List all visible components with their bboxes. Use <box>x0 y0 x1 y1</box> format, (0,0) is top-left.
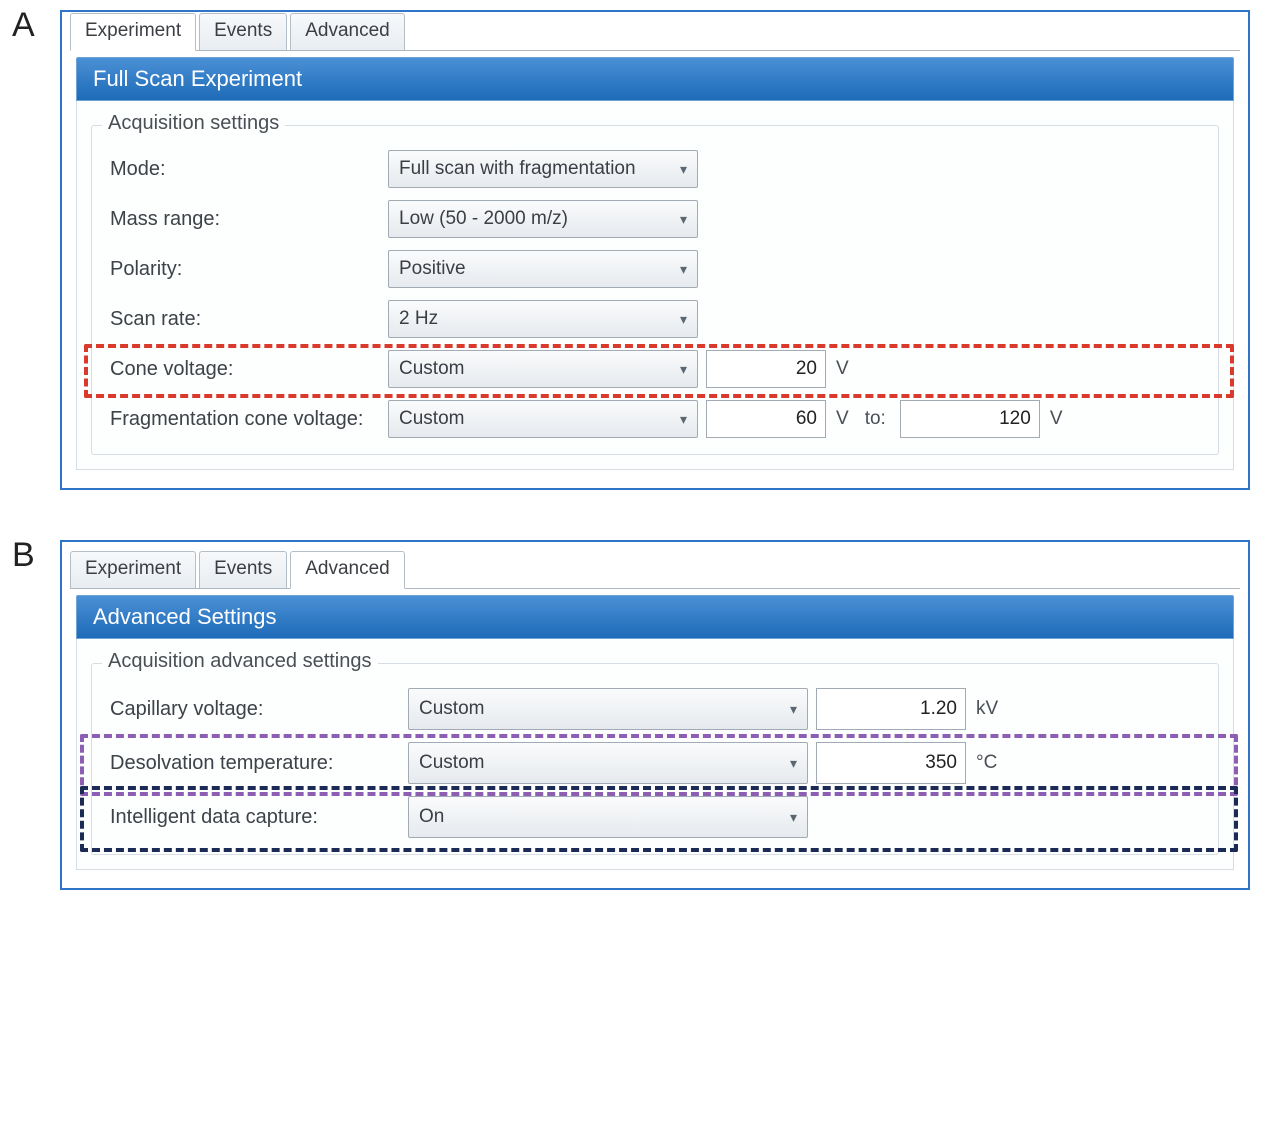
tabs-a: Experiment Events Advanced <box>70 12 1240 51</box>
chevron-down-icon: ▾ <box>790 809 797 826</box>
label-cone-voltage: Cone voltage: <box>110 358 380 381</box>
select-scan-rate-value: 2 Hz <box>399 308 438 330</box>
select-mode-value: Full scan with fragmentation <box>399 158 636 180</box>
row-scan-rate: Scan rate: 2 Hz ▾ <box>110 294 1204 344</box>
input-desolvation-temp[interactable] <box>816 742 966 784</box>
section-fullscan: Full Scan Experiment Acquisition setting… <box>76 57 1234 470</box>
select-capillary-voltage[interactable]: Custom ▾ <box>408 688 808 730</box>
section-header-advanced: Advanced Settings <box>76 595 1234 639</box>
section-body-advanced: Acquisition advanced settings Capillary … <box>76 639 1234 870</box>
select-desolvation-temp[interactable]: Custom ▾ <box>408 742 808 784</box>
section-header-fullscan: Full Scan Experiment <box>76 57 1234 101</box>
select-frag-cone-value: Custom <box>399 408 464 430</box>
input-cone-voltage[interactable] <box>706 350 826 388</box>
row-mode: Mode: Full scan with fragmentation ▾ <box>110 144 1204 194</box>
row-desolvation-temp: Desolvation temperature: Custom ▾ °C <box>110 736 1204 790</box>
group-acquisition: Acquisition settings Mode: Full scan wit… <box>91 125 1219 455</box>
unit-capillary-voltage: kV <box>976 698 998 720</box>
select-idc-value: On <box>419 806 444 828</box>
select-scan-rate[interactable]: 2 Hz ▾ <box>388 300 698 338</box>
select-polarity-value: Positive <box>399 258 466 280</box>
row-frag-cone-voltage: Fragmentation cone voltage: Custom ▾ V t… <box>110 394 1204 444</box>
unit-frag-from: V <box>836 408 849 430</box>
select-mass-range-value: Low (50 - 2000 m/z) <box>399 208 568 230</box>
chevron-down-icon: ▾ <box>790 755 797 772</box>
group-legend-acquisition: Acquisition settings <box>102 112 285 135</box>
label-capillary-voltage: Capillary voltage: <box>110 698 400 721</box>
select-idc[interactable]: On ▾ <box>408 796 808 838</box>
chevron-down-icon: ▾ <box>680 261 687 278</box>
input-frag-from[interactable] <box>706 400 826 438</box>
select-desolv-value: Custom <box>419 752 484 774</box>
row-cone-voltage: Cone voltage: Custom ▾ V <box>110 344 1204 394</box>
panel-b-frame: Experiment Events Advanced Advanced Sett… <box>60 540 1250 890</box>
chevron-down-icon: ▾ <box>680 411 687 428</box>
row-capillary-voltage: Capillary voltage: Custom ▾ kV <box>110 682 1204 736</box>
chevron-down-icon: ▾ <box>790 701 797 718</box>
select-mass-range[interactable]: Low (50 - 2000 m/z) ▾ <box>388 200 698 238</box>
label-polarity: Polarity: <box>110 258 380 281</box>
tab-events[interactable]: Events <box>199 13 287 50</box>
chevron-down-icon: ▾ <box>680 211 687 228</box>
input-frag-to[interactable] <box>900 400 1040 438</box>
unit-cone-voltage: V <box>836 358 849 380</box>
section-body-fullscan: Acquisition settings Mode: Full scan wit… <box>76 101 1234 470</box>
select-polarity[interactable]: Positive ▾ <box>388 250 698 288</box>
figure-label-a: A <box>12 6 35 45</box>
label-frag-cone-voltage: Fragmentation cone voltage: <box>110 408 380 431</box>
group-legend-acq-advanced: Acquisition advanced settings <box>102 650 378 673</box>
row-intelligent-data-capture: Intelligent data capture: On ▾ <box>110 790 1204 844</box>
tab-events-b[interactable]: Events <box>199 551 287 588</box>
label-frag-to: to: <box>865 408 886 430</box>
tab-experiment-b[interactable]: Experiment <box>70 551 196 588</box>
label-scan-rate: Scan rate: <box>110 308 380 331</box>
select-mode[interactable]: Full scan with fragmentation ▾ <box>388 150 698 188</box>
figure-b: B Experiment Events Advanced Advanced Se… <box>0 530 1280 920</box>
tabs-b: Experiment Events Advanced <box>70 550 1240 589</box>
label-mass-range: Mass range: <box>110 208 380 231</box>
tab-experiment[interactable]: Experiment <box>70 13 196 51</box>
group-acq-advanced: Acquisition advanced settings Capillary … <box>91 663 1219 855</box>
tab-advanced[interactable]: Advanced <box>290 13 405 50</box>
section-advanced: Advanced Settings Acquisition advanced s… <box>76 595 1234 870</box>
row-polarity: Polarity: Positive ▾ <box>110 244 1204 294</box>
label-desolvation-temp: Desolvation temperature: <box>110 752 400 775</box>
chevron-down-icon: ▾ <box>680 311 687 328</box>
select-capillary-value: Custom <box>419 698 484 720</box>
panel-a-frame: Experiment Events Advanced Full Scan Exp… <box>60 10 1250 490</box>
select-cone-voltage[interactable]: Custom ▾ <box>388 350 698 388</box>
row-mass-range: Mass range: Low (50 - 2000 m/z) ▾ <box>110 194 1204 244</box>
chevron-down-icon: ▾ <box>680 161 687 178</box>
label-idc: Intelligent data capture: <box>110 806 400 829</box>
select-frag-cone-voltage[interactable]: Custom ▾ <box>388 400 698 438</box>
label-mode: Mode: <box>110 158 380 181</box>
tab-advanced-b[interactable]: Advanced <box>290 551 405 589</box>
input-capillary-voltage[interactable] <box>816 688 966 730</box>
unit-desolvation-temp: °C <box>976 752 997 774</box>
select-cone-voltage-value: Custom <box>399 358 464 380</box>
chevron-down-icon: ▾ <box>680 361 687 378</box>
unit-frag-to: V <box>1050 408 1063 430</box>
figure-a: A Experiment Events Advanced Full Scan E… <box>0 0 1280 520</box>
figure-label-b: B <box>12 536 35 575</box>
